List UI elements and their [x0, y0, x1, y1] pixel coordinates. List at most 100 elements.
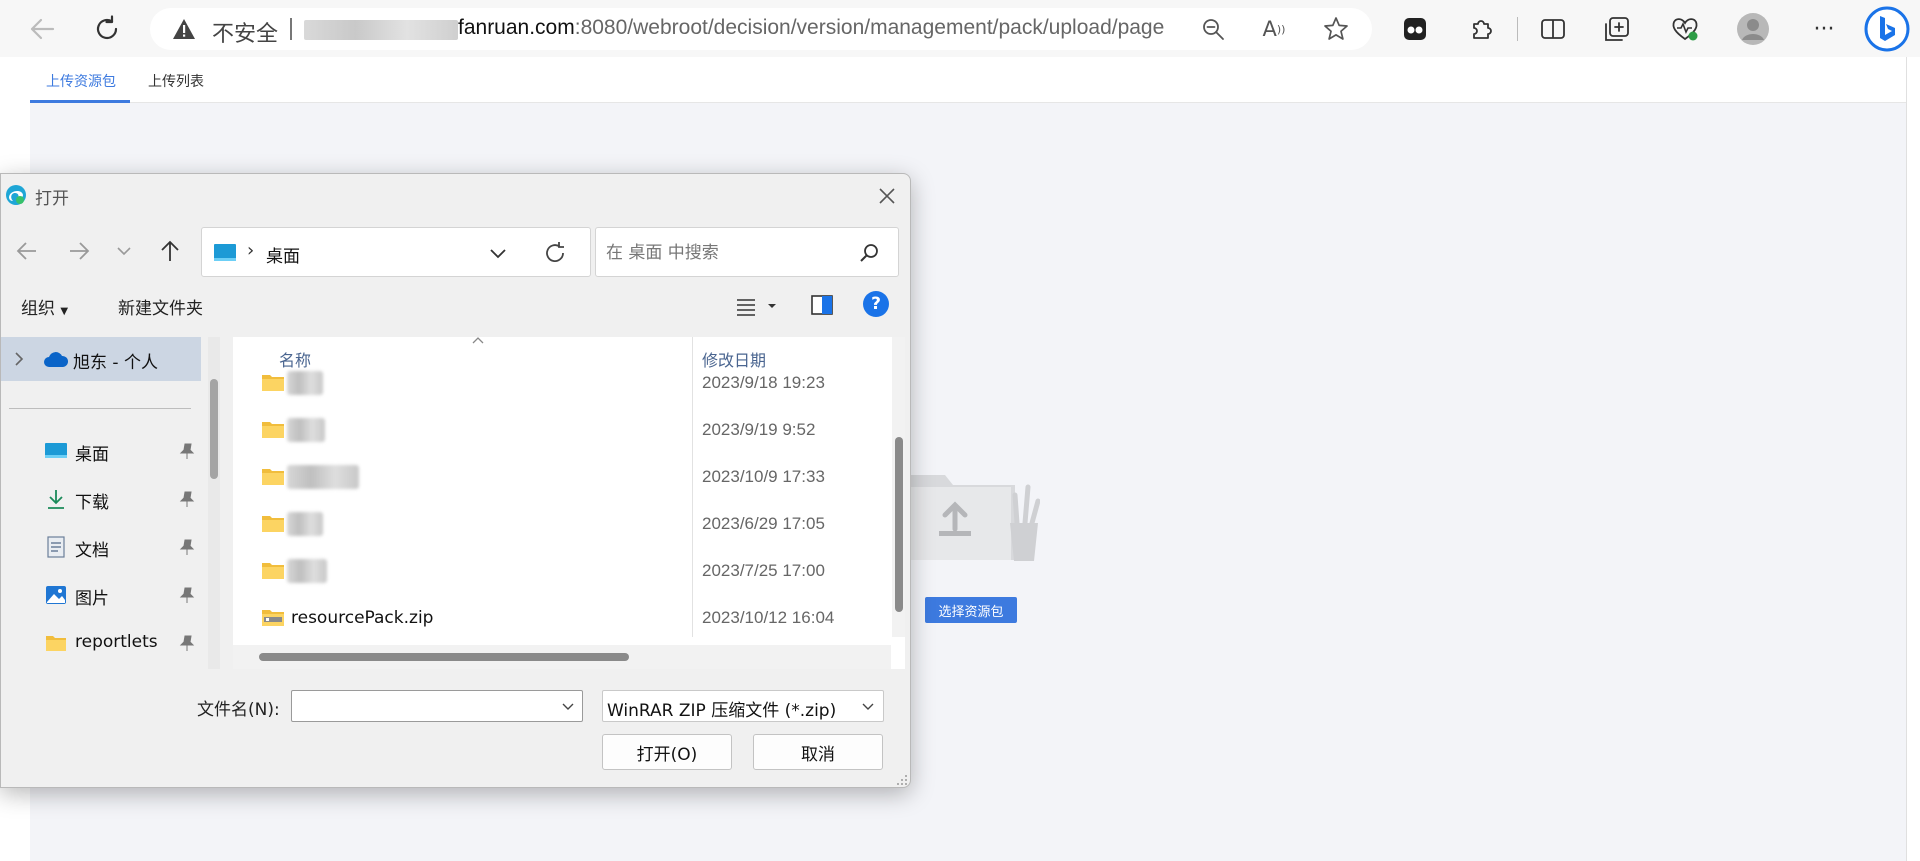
new-folder-button[interactable]: 新建文件夹	[118, 294, 203, 319]
refresh-icon[interactable]	[542, 240, 568, 266]
chevron-down-icon[interactable]	[860, 699, 876, 715]
open-file-dialog: 打开 › 桌面 组织 ▼ 新建文件夹	[0, 173, 911, 788]
document-icon	[47, 536, 65, 558]
dialog-title: 打开	[35, 189, 69, 209]
tab-upload-list[interactable]: 上传列表	[148, 71, 204, 91]
search-icon[interactable]	[858, 241, 882, 265]
profile-avatar-icon[interactable]	[1737, 13, 1769, 45]
file-row[interactable]: resourcePack.zip 2023/10/12 16:04	[233, 596, 891, 642]
nav-scroll-thumb[interactable]	[210, 379, 218, 479]
organize-button[interactable]: 组织 ▼	[21, 294, 68, 319]
up-arrow-icon[interactable]	[155, 236, 185, 266]
extensions-puzzle-icon[interactable]	[1467, 15, 1495, 43]
desktop-icon	[214, 244, 236, 262]
nav-divider	[9, 408, 191, 409]
file-row[interactable]: 2023/6/29 17:05	[233, 502, 891, 548]
file-row[interactable]: 2023/9/19 9:52	[233, 408, 891, 454]
read-aloud-icon[interactable]: A))	[1260, 16, 1288, 42]
zoom-out-icon[interactable]	[1200, 16, 1226, 42]
url-host: fanruan.com	[458, 16, 575, 39]
folder-icon	[262, 469, 284, 485]
file-row[interactable]: 2023/10/9 17:33	[233, 455, 891, 501]
filename-input[interactable]	[298, 695, 548, 717]
back-icon[interactable]	[26, 14, 58, 44]
nav-item-pictures[interactable]: 图片	[1, 575, 201, 615]
address-bar[interactable]: 不安全 fanruan.com:8080/webroot/decision/ve…	[150, 8, 1372, 50]
expand-chevron-icon[interactable]	[13, 351, 25, 367]
security-status[interactable]: 不安全	[212, 16, 278, 48]
file-list-horizontal-scrollbar[interactable]	[233, 645, 891, 669]
search-box[interactable]	[595, 227, 899, 277]
file-date: 2023/6/29 17:05	[702, 514, 825, 533]
file-type-value: WinRAR ZIP 压缩文件 (*.zip)	[607, 701, 837, 721]
address-separator	[290, 18, 292, 40]
nav-item-documents[interactable]: 文档	[1, 527, 201, 567]
chevron-down-icon: ▼	[60, 306, 69, 317]
help-icon[interactable]: ?	[863, 291, 889, 317]
browser-toolbar: 不安全 fanruan.com:8080/webroot/decision/ve…	[0, 0, 1920, 57]
chevron-down-icon[interactable]	[560, 699, 576, 715]
pin-icon[interactable]	[178, 586, 196, 604]
browser-essentials-icon[interactable]	[1670, 15, 1700, 43]
chevron-down-icon[interactable]	[487, 242, 509, 264]
page-tab-bar: 上传资源包 上传列表	[30, 57, 1906, 103]
file-row[interactable]: 2023/9/18 19:23	[233, 361, 891, 407]
warning-icon[interactable]	[172, 17, 196, 41]
breadcrumb-desktop[interactable]: 桌面	[266, 242, 300, 267]
folder-icon	[262, 563, 284, 579]
file-list-scroll-thumb[interactable]	[895, 437, 903, 612]
tab-upload-pack[interactable]: 上传资源包	[46, 71, 116, 91]
bing-copilot-icon[interactable]	[1863, 6, 1911, 52]
cancel-button[interactable]: 取消	[753, 734, 883, 770]
split-screen-icon[interactable]	[1539, 15, 1567, 43]
folder-icon	[262, 422, 284, 438]
file-type-select[interactable]: WinRAR ZIP 压缩文件 (*.zip)	[602, 690, 884, 722]
address-path-box[interactable]: › 桌面	[201, 227, 591, 277]
select-resource-pack-button[interactable]: 选择资源包	[925, 597, 1017, 623]
file-row[interactable]: 2023/7/25 17:00	[233, 549, 891, 595]
file-date: 2023/10/9 17:33	[702, 467, 825, 486]
nav-label: 下载	[75, 493, 109, 513]
folder-upload-icon	[905, 465, 1041, 565]
pin-icon[interactable]	[178, 634, 196, 652]
pin-icon[interactable]	[178, 442, 196, 460]
url-text[interactable]: fanruan.com:8080/webroot/decision/versio…	[458, 16, 1164, 40]
nav-item-desktop[interactable]: 桌面	[1, 431, 201, 471]
refresh-icon[interactable]	[91, 13, 123, 45]
filename-combobox[interactable]	[291, 690, 583, 722]
resize-grip-icon[interactable]	[896, 774, 908, 786]
pin-icon[interactable]	[178, 538, 196, 556]
pin-icon[interactable]	[178, 490, 196, 508]
horizontal-scroll-thumb[interactable]	[259, 653, 629, 661]
nav-item-reportlets[interactable]: reportlets	[1, 623, 201, 663]
favorite-star-icon[interactable]	[1322, 15, 1350, 43]
redacted-file-name	[287, 559, 327, 583]
file-date: 2023/7/25 17:00	[702, 561, 825, 580]
file-date: 2023/10/12 16:04	[702, 608, 835, 627]
recent-locations-chevron-icon[interactable]	[109, 236, 139, 266]
collections-icon[interactable]	[1603, 15, 1631, 43]
extension-app-icon[interactable]	[1402, 16, 1428, 42]
preview-pane-icon[interactable]	[811, 294, 833, 316]
open-button[interactable]: 打开(O)	[602, 734, 732, 770]
nav-item-downloads[interactable]: 下载	[1, 479, 201, 519]
view-options-icon[interactable]	[734, 294, 778, 318]
url-path: :8080/webroot/decision/version/managemen…	[574, 16, 1165, 39]
onedrive-cloud-icon	[44, 352, 69, 367]
file-list-scrollbar[interactable]	[892, 337, 905, 637]
back-arrow-icon[interactable]	[12, 236, 42, 266]
nav-scrollbar[interactable]	[208, 337, 220, 669]
page-scrollbar[interactable]	[1906, 57, 1920, 861]
redacted-file-name	[287, 371, 323, 395]
filename-label: 文件名(N):	[197, 700, 280, 720]
nav-label: 桌面	[75, 445, 109, 465]
nav-label: 旭东 - 个人	[73, 353, 158, 373]
more-menu-icon[interactable]: ···	[1810, 15, 1838, 43]
active-tab-indicator	[30, 100, 130, 103]
forward-arrow-icon[interactable]	[64, 236, 94, 266]
nav-item-onedrive[interactable]: 旭东 - 个人	[1, 337, 201, 381]
file-name: resourcePack.zip	[291, 608, 434, 628]
search-input[interactable]	[606, 240, 846, 266]
command-bar: 组织 ▼ 新建文件夹 ?	[1, 284, 910, 326]
close-icon[interactable]	[873, 182, 901, 210]
